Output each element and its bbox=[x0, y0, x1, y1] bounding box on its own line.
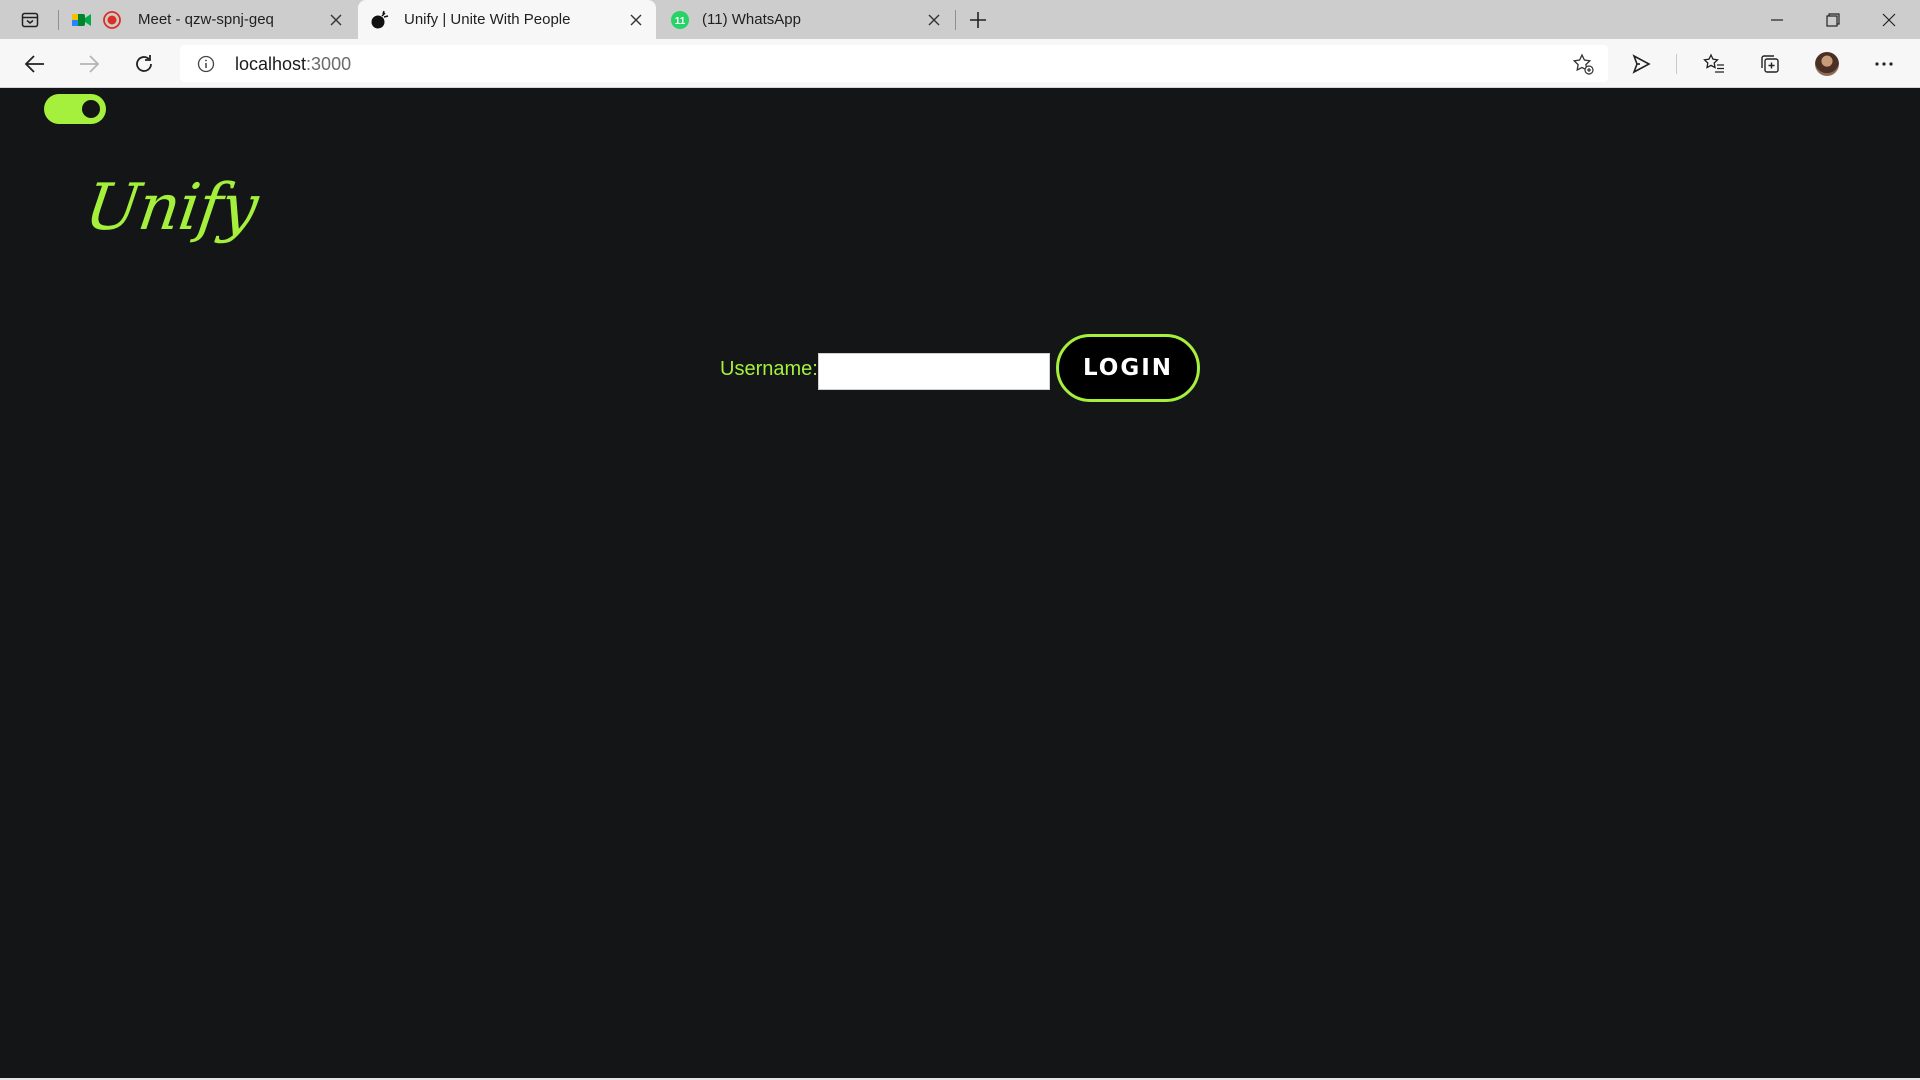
tab-actions-icon[interactable] bbox=[16, 9, 44, 31]
tab-title: Meet - qzw-spnj-geq bbox=[138, 11, 274, 28]
favorites-icon[interactable] bbox=[1697, 47, 1731, 81]
app-logo: Unify bbox=[80, 171, 262, 245]
url-host: localhost bbox=[235, 54, 307, 74]
toggle-knob bbox=[82, 100, 100, 118]
username-label: Username: bbox=[720, 358, 818, 380]
url-text[interactable]: localhost:3000 bbox=[235, 54, 351, 75]
tab-title: (11) WhatsApp bbox=[702, 11, 801, 28]
new-tab-icon[interactable] bbox=[964, 6, 992, 34]
close-icon[interactable] bbox=[626, 10, 646, 30]
tab-meet[interactable]: Meet - qzw-spnj-geq bbox=[60, 0, 356, 39]
recording-icon bbox=[102, 10, 122, 30]
browser-tabstrip: Meet - qzw-spnj-geq Unify | Unite With P… bbox=[0, 0, 1920, 39]
whatsapp-icon: 11 bbox=[670, 10, 690, 30]
username-input[interactable] bbox=[818, 353, 1050, 390]
minimize-icon[interactable] bbox=[1754, 0, 1800, 39]
unify-favicon bbox=[370, 10, 390, 30]
more-options-icon[interactable] bbox=[1867, 47, 1901, 81]
tab-unify[interactable]: Unify | Unite With People bbox=[358, 0, 656, 39]
toolbar-separator bbox=[1676, 54, 1677, 74]
refresh-icon[interactable] bbox=[127, 47, 161, 81]
close-icon[interactable] bbox=[326, 10, 346, 30]
restore-icon[interactable] bbox=[1810, 0, 1856, 39]
login-form: Username: LOGIN bbox=[0, 334, 1920, 406]
page-content: Unify Username: LOGIN bbox=[0, 89, 1920, 1080]
info-icon[interactable] bbox=[196, 54, 216, 74]
back-arrow-icon[interactable] bbox=[18, 47, 52, 81]
url-port: :3000 bbox=[306, 54, 352, 74]
collections-icon[interactable] bbox=[1753, 47, 1787, 81]
theme-toggle-switch[interactable] bbox=[44, 94, 106, 124]
add-favorite-icon[interactable] bbox=[1570, 51, 1596, 77]
svg-text:11: 11 bbox=[675, 16, 686, 27]
browser-toolbar: localhost:3000 bbox=[0, 39, 1920, 88]
close-window-icon[interactable] bbox=[1866, 0, 1912, 39]
profile-avatar[interactable] bbox=[1815, 52, 1839, 76]
tab-separator bbox=[955, 10, 956, 30]
forward-arrow-icon[interactable] bbox=[72, 47, 106, 81]
tab-title: Unify | Unite With People bbox=[404, 11, 571, 28]
tab-whatsapp[interactable]: 11 (11) WhatsApp bbox=[658, 0, 954, 39]
address-bar[interactable]: localhost:3000 bbox=[180, 45, 1608, 82]
login-button[interactable]: LOGIN bbox=[1056, 334, 1200, 402]
tab-separator bbox=[58, 10, 59, 30]
google-meet-icon bbox=[72, 10, 92, 30]
send-icon[interactable] bbox=[1624, 47, 1658, 81]
close-icon[interactable] bbox=[924, 10, 944, 30]
